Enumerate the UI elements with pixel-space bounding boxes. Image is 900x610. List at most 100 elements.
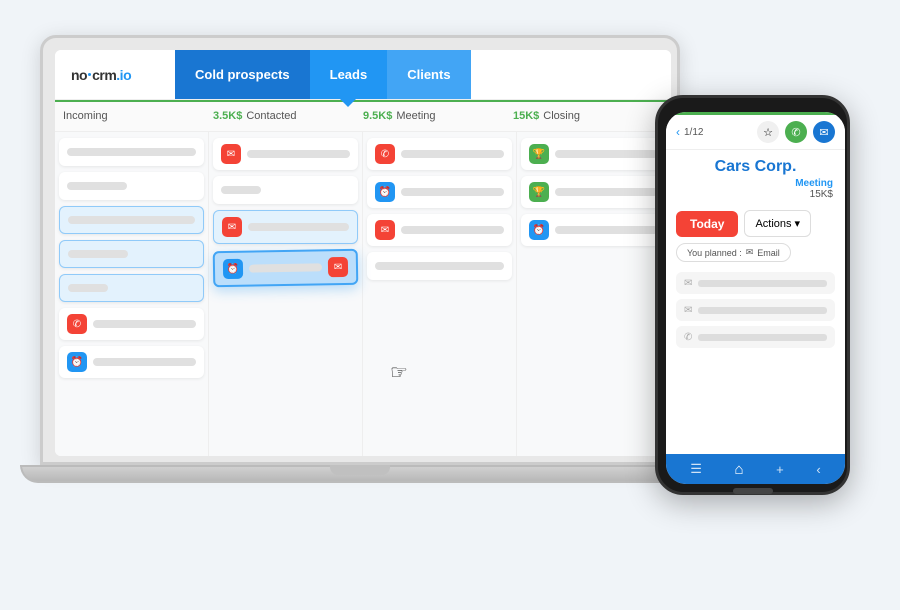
nav-tabs: Cold prospects Leads Clients <box>175 50 671 99</box>
chevron-down-icon: ▾ <box>795 217 801 230</box>
card-in-5[interactable] <box>59 274 204 302</box>
screen-separator <box>55 100 671 102</box>
logo-area: nocrm.io <box>55 50 175 99</box>
logo-text: nocrm.io <box>71 67 131 83</box>
screen-header: nocrm.io Cold prospects Leads Clients <box>55 50 671 100</box>
card-bar <box>93 358 196 366</box>
email-icon-4: ✉ <box>375 220 395 240</box>
trophy-icon: 🏆 <box>529 144 549 164</box>
col-meeting: 9.5K$ Meeting <box>363 110 513 122</box>
card-bar <box>698 307 827 314</box>
card-bar <box>555 188 658 196</box>
tab-cold-prospects[interactable]: Cold prospects <box>175 50 310 99</box>
card-in-2[interactable] <box>59 172 204 200</box>
card-bar <box>67 148 196 156</box>
phone-icon-phone: ✆ <box>684 332 692 343</box>
company-name: Cars Corp. <box>678 158 833 176</box>
phone-screen: ‹ 1/12 ☆ ✆ ✉ Cars Corp. Meeting 15K$ <box>666 112 845 484</box>
phone-bottom-nav: ☰ ⌂ + ‹ <box>666 454 845 484</box>
home-icon[interactable]: ⌂ <box>735 461 744 478</box>
card-meet-1[interactable]: ✆ <box>367 138 512 170</box>
card-in-4[interactable] <box>59 240 204 268</box>
card-con-3[interactable]: ✉ <box>213 210 358 244</box>
card-in-7[interactable]: ⏰ <box>59 346 204 378</box>
card-bar <box>248 223 349 231</box>
clock-icon-4: ⏰ <box>529 220 549 240</box>
planned-badge: You planned : ✉ Email <box>676 243 791 262</box>
phone-card-2[interactable]: ✉ <box>676 299 835 321</box>
lane-contacted: ✉ ✉ ⏰ ✉ <box>209 132 363 456</box>
pipeline-header: Incoming 3.5K$ Contacted 9.5K$ Meeting 1… <box>55 100 671 132</box>
email-icon-3: ✉ <box>328 257 348 277</box>
actions-button[interactable]: Actions ▾ <box>744 210 811 237</box>
col-contacted: 3.5K$ Contacted <box>213 110 363 122</box>
phone-header: ‹ 1/12 ☆ ✆ ✉ <box>666 115 845 150</box>
card-close-2[interactable]: 🏆 <box>521 176 666 208</box>
amount-text: 15K$ <box>678 189 833 200</box>
scene: nocrm.io Cold prospects Leads Clients <box>20 15 880 595</box>
card-close-3[interactable]: ⏰ <box>521 214 666 246</box>
col-incoming: Incoming <box>63 110 213 122</box>
lane-meeting: ✆ ⏰ ✉ <box>363 132 517 456</box>
clock-icon: ⏰ <box>67 352 87 372</box>
card-bar <box>698 280 827 287</box>
today-button[interactable]: Today <box>676 211 738 237</box>
phone-cards: ✉ ✉ ✆ <box>666 268 845 352</box>
back-nav-icon[interactable]: ‹ <box>816 462 820 477</box>
phone-icon: ✆ <box>67 314 87 334</box>
card-bar <box>247 150 350 158</box>
card-meet-3[interactable]: ✉ <box>367 214 512 246</box>
laptop-body: nocrm.io Cold prospects Leads Clients <box>40 35 680 465</box>
card-bar <box>555 150 658 158</box>
card-bar <box>555 226 658 234</box>
trophy-icon-2: 🏆 <box>529 182 549 202</box>
laptop-notch <box>330 465 390 475</box>
email-icon: ✉ <box>221 144 241 164</box>
card-in-1[interactable] <box>59 138 204 166</box>
email-icon-phone: ✉ <box>684 278 692 289</box>
card-meet-2[interactable]: ⏰ <box>367 176 512 208</box>
clock-icon-3: ⏰ <box>375 182 395 202</box>
laptop: nocrm.io Cold prospects Leads Clients <box>40 35 700 555</box>
email-icon-phone-2: ✉ <box>684 305 692 316</box>
planned-email-icon: ✉ <box>746 247 754 258</box>
card-con-1[interactable]: ✉ <box>213 138 358 170</box>
lane-closing: 🏆 🏆 ⏰ <box>517 132 671 456</box>
laptop-screen: nocrm.io Cold prospects Leads Clients <box>55 50 671 456</box>
stage-badge: Meeting <box>678 178 833 189</box>
pipeline-body: ✆ ⏰ ✉ <box>55 132 671 456</box>
phone-action-row: Today Actions ▾ <box>666 204 845 243</box>
phone-body: ‹ 1/12 ☆ ✆ ✉ Cars Corp. Meeting 15K$ <box>655 95 850 495</box>
card-bar <box>401 150 504 158</box>
phone-home-button <box>733 488 773 494</box>
card-dragging[interactable]: ⏰ ✉ <box>213 249 359 288</box>
card-in-3[interactable] <box>59 206 204 234</box>
phone-icon-2: ✆ <box>375 144 395 164</box>
lane-incoming: ✆ ⏰ <box>55 132 209 456</box>
card-bar <box>221 186 261 194</box>
col-closing: 15K$ Closing <box>513 110 663 122</box>
card-meet-4[interactable] <box>367 252 512 280</box>
phone-card-1[interactable]: ✉ <box>676 272 835 294</box>
card-bar <box>375 262 504 270</box>
logo-separator <box>88 73 91 76</box>
card-bar <box>93 320 196 328</box>
call-icon-btn[interactable]: ✆ <box>785 121 807 143</box>
menu-icon[interactable]: ☰ <box>690 461 702 477</box>
phone-nav-right: ☆ ✆ ✉ <box>757 121 835 143</box>
card-close-1[interactable]: 🏆 <box>521 138 666 170</box>
email-icon-btn[interactable]: ✉ <box>813 121 835 143</box>
card-con-2[interactable] <box>213 176 358 204</box>
add-icon[interactable]: + <box>776 462 784 477</box>
card-bar <box>68 284 108 292</box>
phone-card-3[interactable]: ✆ <box>676 326 835 348</box>
card-in-6[interactable]: ✆ <box>59 308 204 340</box>
back-arrow-icon[interactable]: ‹ <box>676 125 680 139</box>
tab-clients[interactable]: Clients <box>387 50 470 99</box>
card-bar <box>68 250 128 258</box>
star-icon-btn[interactable]: ☆ <box>757 121 779 143</box>
logo-tld: .io <box>116 67 131 83</box>
tab-leads[interactable]: Leads <box>310 50 388 99</box>
email-icon-2: ✉ <box>222 217 242 237</box>
card-bar <box>249 263 322 272</box>
